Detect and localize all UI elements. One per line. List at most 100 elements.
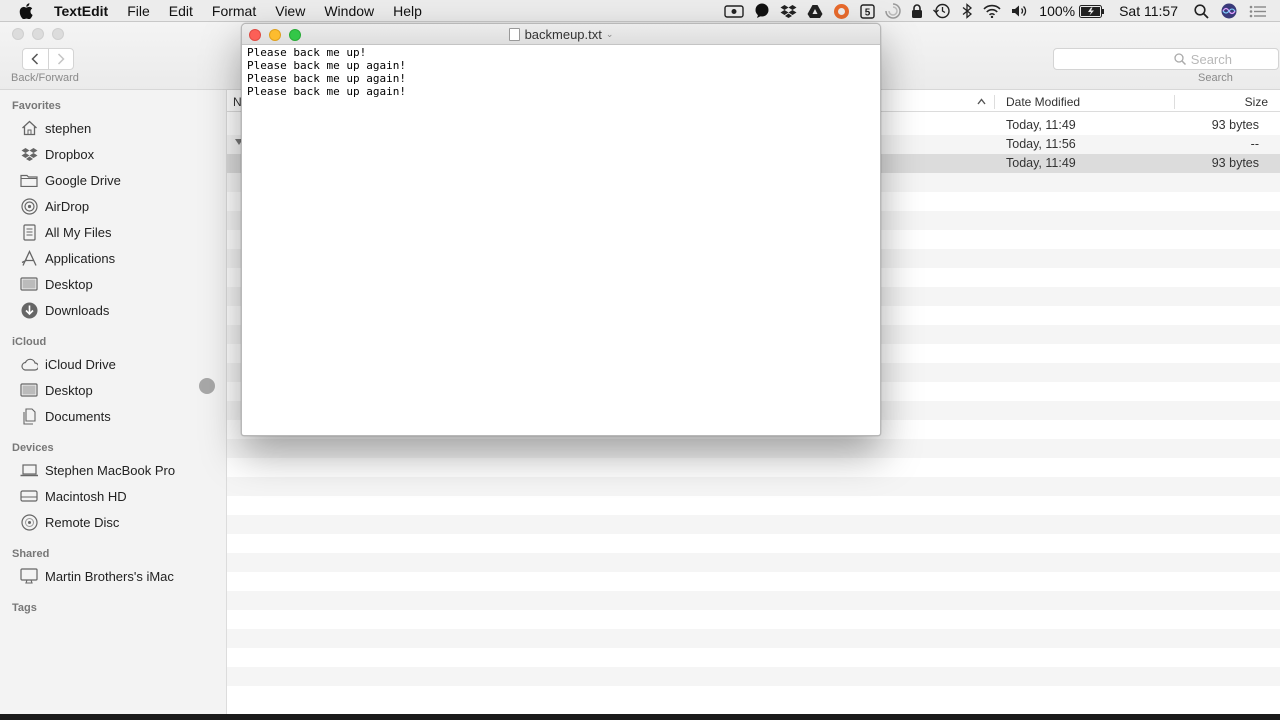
row-date: Today, 11:56 (1006, 137, 1076, 151)
disc-icon (20, 513, 38, 531)
empty-row (227, 439, 1280, 458)
finder-close-button[interactable] (12, 28, 24, 40)
dropbox-icon (20, 145, 38, 163)
sync-app-icon[interactable] (833, 0, 850, 22)
textedit-window: backmeup.txt ⌄ Please back me up! Please… (241, 23, 881, 436)
desktop-icon (20, 275, 38, 293)
dock-edge (0, 714, 1280, 720)
row-size: 93 bytes (1211, 156, 1259, 170)
text-line: Please back me up! (247, 46, 367, 59)
empty-row (227, 496, 1280, 515)
sidebar-item-icloud-desktop[interactable]: Desktop (20, 379, 93, 401)
sidebar-item-dropbox[interactable]: Dropbox (20, 143, 94, 165)
empty-row (227, 610, 1280, 629)
dropbox-icon[interactable] (780, 0, 797, 22)
sidebar-item-remote-disc[interactable]: Remote Disc (20, 511, 119, 533)
sidebar-item-label: Desktop (45, 382, 93, 398)
volume-icon[interactable] (1011, 0, 1029, 22)
column-size-header[interactable]: Size (1245, 95, 1268, 109)
menu-app-name[interactable]: TextEdit (54, 3, 108, 19)
search-placeholder: Search (1190, 51, 1232, 67)
battery-icon[interactable] (1079, 0, 1105, 22)
sidebar-item-airdrop[interactable]: AirDrop (20, 195, 89, 217)
wifi-icon[interactable] (983, 0, 1001, 22)
siri-icon[interactable] (1221, 0, 1237, 22)
back-button[interactable] (23, 49, 48, 69)
apple-menu-icon[interactable] (19, 2, 37, 19)
sidebar-item-applications[interactable]: Applications (20, 247, 115, 269)
window-title-text: backmeup.txt (524, 27, 602, 42)
search-icon (1174, 53, 1186, 65)
menu-file[interactable]: File (127, 3, 150, 19)
notification-center-icon[interactable] (1249, 0, 1266, 22)
clock[interactable]: Sat 11:57 (1119, 3, 1178, 19)
sidebar-item-label: Stephen MacBook Pro (45, 462, 176, 478)
applications-icon (20, 249, 38, 267)
home-icon (20, 119, 38, 137)
time-machine-icon[interactable] (933, 0, 951, 22)
empty-row (227, 515, 1280, 534)
sidebar-item-label: Macintosh HD (45, 488, 127, 504)
sidebar-item-label: Remote Disc (45, 514, 120, 530)
icloud-sync-indicator (199, 378, 215, 394)
chat-bubble-icon[interactable] (754, 0, 770, 22)
sidebar-item-desktop[interactable]: Desktop (20, 273, 93, 295)
finder-minimize-button[interactable] (32, 28, 44, 40)
shield-5-icon[interactable]: 5 (860, 0, 875, 22)
sidebar-item-label: Dropbox (45, 146, 95, 162)
back-forward-buttons (22, 48, 74, 70)
empty-row (227, 591, 1280, 610)
column-date-modified-header[interactable]: Date Modified (1006, 95, 1080, 109)
documents-icon (20, 407, 38, 425)
sidebar-item-label: Documents (45, 408, 111, 424)
textedit-titlebar[interactable]: backmeup.txt ⌄ (242, 24, 880, 45)
sidebar-item-label: Downloads (45, 302, 110, 318)
google-drive-icon[interactable] (807, 0, 823, 22)
sidebar-item-shared-imac[interactable]: Martin Brothers's iMac (20, 565, 174, 587)
chevron-down-icon[interactable]: ⌄ (606, 29, 614, 40)
menu-bar: TextEdit File Edit Format View Window He… (0, 0, 1280, 22)
sidebar-item-label: All My Files (45, 224, 112, 240)
window-title[interactable]: backmeup.txt ⌄ (242, 27, 880, 42)
spotlight-search-icon[interactable] (1194, 0, 1209, 22)
sidebar-item-label: Martin Brothers's iMac (45, 568, 174, 584)
sidebar-item-macbook-pro[interactable]: Stephen MacBook Pro (20, 459, 175, 481)
text-line: Please back me up again! (247, 72, 406, 85)
text-line: Please back me up again! (247, 59, 406, 72)
sidebar-item-google-drive[interactable]: Google Drive (20, 169, 121, 191)
menu-view[interactable]: View (275, 3, 305, 19)
empty-row (227, 648, 1280, 667)
desktop-icon (20, 381, 38, 399)
text-editor-area[interactable]: Please back me up! Please back me up aga… (247, 46, 875, 98)
menu-help[interactable]: Help (393, 3, 422, 19)
search-label: Search (1198, 72, 1233, 84)
empty-row (227, 553, 1280, 572)
sidebar-item-downloads[interactable]: Downloads (20, 299, 109, 321)
empty-row (227, 458, 1280, 477)
sidebar-item-all-my-files[interactable]: All My Files (20, 221, 111, 243)
finder-zoom-button[interactable] (52, 28, 64, 40)
svg-text:5: 5 (865, 7, 871, 18)
sidebar-item-icloud-drive[interactable]: iCloud Drive (20, 353, 116, 375)
lock-icon[interactable] (911, 0, 923, 22)
sidebar-item-stephen[interactable]: stephen (20, 117, 91, 139)
downloads-icon (20, 301, 38, 319)
menu-edit[interactable]: Edit (169, 3, 193, 19)
menu-format[interactable]: Format (212, 3, 256, 19)
imac-icon (20, 567, 38, 585)
activity-spinner-icon[interactable] (885, 0, 902, 22)
sidebar-item-label: Applications (45, 250, 116, 266)
finder-search-field[interactable]: Search (1053, 48, 1279, 70)
sort-ascending-icon[interactable] (977, 95, 986, 109)
column-separator (994, 95, 995, 109)
sidebar-item-label: Desktop (45, 276, 93, 292)
empty-row (227, 534, 1280, 553)
text-line: Please back me up again! (247, 85, 406, 98)
battery-percent[interactable]: 100% (1039, 3, 1075, 19)
sidebar-item-macintosh-hd[interactable]: Macintosh HD (20, 485, 127, 507)
bluetooth-icon[interactable] (961, 0, 973, 22)
forward-button[interactable] (47, 49, 74, 69)
screen-record-icon[interactable] (724, 0, 744, 22)
menu-window[interactable]: Window (324, 3, 374, 19)
sidebar-item-documents[interactable]: Documents (20, 405, 111, 427)
